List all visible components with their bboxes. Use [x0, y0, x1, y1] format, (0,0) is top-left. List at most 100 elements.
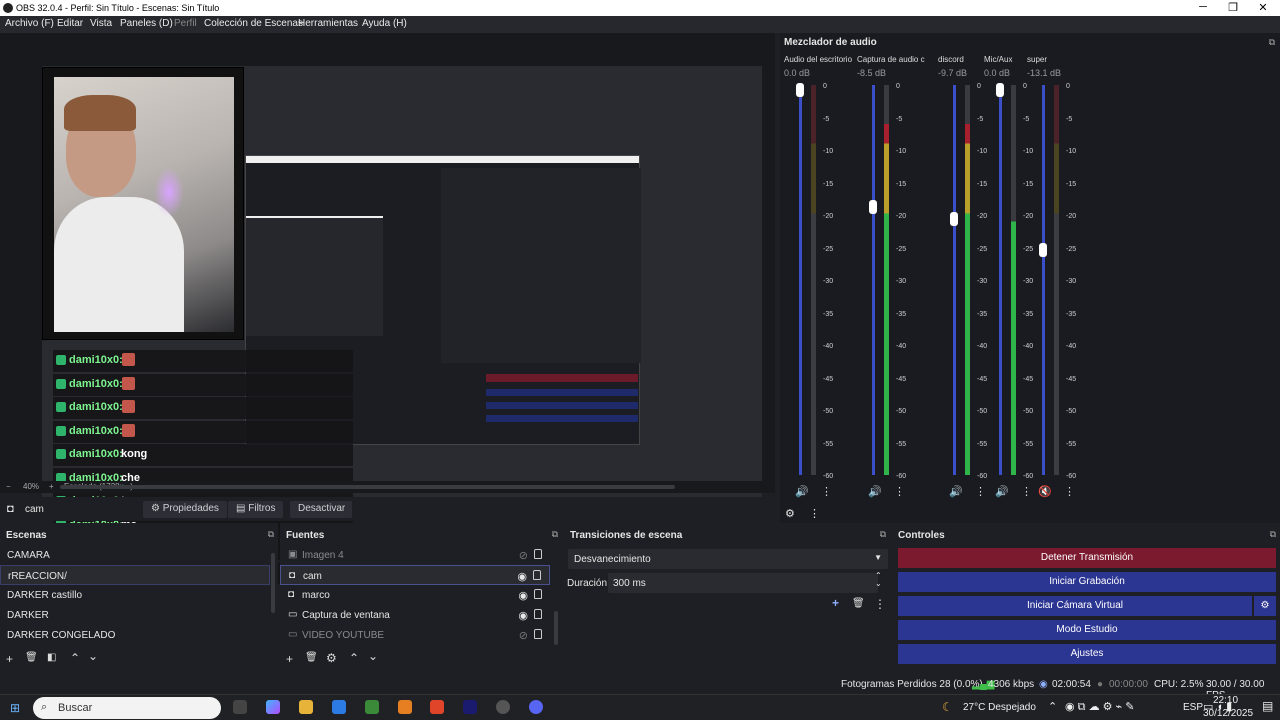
discord-icon[interactable]: [529, 700, 543, 714]
source-scrollbar[interactable]: [554, 611, 558, 645]
channel-menu-icon[interactable]: ⋮: [975, 485, 986, 498]
menu-coleccion[interactable]: Colección de Escenas: [204, 18, 303, 29]
dock-float-icon[interactable]: ⧉: [268, 529, 274, 540]
app-icon[interactable]: [365, 700, 379, 714]
volume-fader-knob[interactable]: [796, 83, 804, 97]
source-item[interactable]: ▣ Imagen 4 ⊘: [280, 545, 550, 565]
vlc-icon[interactable]: [398, 700, 412, 714]
deactivate-button[interactable]: Desactivar: [290, 501, 352, 518]
move-down-icon[interactable]: ⌄: [368, 649, 378, 663]
speaker-icon[interactable]: 🔊: [795, 485, 809, 498]
virtual-camera-settings-icon[interactable]: ⚙: [1254, 596, 1276, 616]
source-properties-icon[interactable]: ⚙: [326, 651, 337, 665]
muted-speaker-icon[interactable]: 🔇: [1038, 485, 1052, 498]
visibility-eye-icon[interactable]: ◉: [518, 609, 528, 622]
stepper-down-icon[interactable]: ⌄: [875, 579, 882, 588]
menu-perfil[interactable]: Perfil: [174, 18, 197, 29]
minimize-button[interactable]: ─: [1188, 1, 1218, 13]
channel-menu-icon[interactable]: ⋮: [1064, 485, 1075, 498]
volume-fader-track[interactable]: [872, 85, 875, 475]
scene-item[interactable]: DARKER castillo: [0, 585, 270, 605]
menu-vista[interactable]: Vista: [90, 18, 112, 29]
volume-fader-knob[interactable]: [950, 211, 958, 226]
obs-taskbar-icon[interactable]: [496, 700, 510, 714]
add-scene-icon[interactable]: +: [6, 652, 13, 666]
dock-float-icon[interactable]: ⧉: [1270, 529, 1276, 540]
add-transition-icon[interactable]: +: [832, 596, 839, 610]
stop-stream-button[interactable]: Detener Transmisión: [898, 548, 1276, 568]
notification-icon[interactable]: ▤: [1262, 699, 1273, 713]
visibility-hidden-icon[interactable]: ⊘: [519, 549, 528, 562]
scene-filters-icon[interactable]: ◧: [47, 652, 56, 663]
scene-item[interactable]: DARKER CONGELADO: [0, 625, 270, 645]
source-item[interactable]: ◘ cam ◉: [280, 565, 550, 585]
language-indicator[interactable]: ESP: [1183, 702, 1203, 713]
windows-start-icon[interactable]: ⊞: [10, 701, 20, 715]
zoom-out-icon[interactable]: −: [6, 482, 11, 491]
dock-float-icon[interactable]: ⧉: [552, 529, 558, 540]
lock-icon[interactable]: [534, 609, 542, 619]
zoom-in-icon[interactable]: +: [49, 482, 54, 491]
file-explorer-icon[interactable]: [299, 700, 313, 714]
source-item[interactable]: ▭ Captura de ventana ◉: [280, 605, 550, 625]
lock-icon[interactable]: [534, 629, 542, 639]
visibility-hidden-icon[interactable]: ⊘: [519, 629, 528, 642]
transition-select[interactable]: Desvanecimiento ▼: [568, 549, 888, 569]
mixer-settings-icon[interactable]: ⚙: [785, 507, 795, 520]
dock-float-icon[interactable]: ⧉: [1269, 37, 1275, 48]
volume-fader-knob[interactable]: [996, 83, 1004, 97]
volume-fader-knob[interactable]: [1039, 242, 1047, 257]
remove-source-icon[interactable]: 🗑: [305, 652, 318, 663]
duration-stepper[interactable]: 300 ms: [608, 573, 878, 593]
source-item[interactable]: ◘ marco ◉: [280, 585, 550, 605]
start-recording-button[interactable]: Iniciar Grabación: [898, 572, 1276, 592]
volume-fader-knob[interactable]: [869, 200, 877, 214]
transition-menu-icon[interactable]: ⋮: [874, 597, 886, 611]
dock-float-icon[interactable]: ⧉: [880, 529, 886, 540]
scene-item[interactable]: CAMARA: [0, 545, 270, 565]
brave-icon[interactable]: [430, 700, 444, 714]
channel-menu-icon[interactable]: ⋮: [1021, 485, 1032, 498]
volume-fader-track[interactable]: [953, 85, 956, 475]
visibility-eye-icon[interactable]: ◉: [518, 589, 528, 602]
scene-scrollbar[interactable]: [271, 553, 275, 613]
premiere-icon[interactable]: [463, 700, 477, 714]
move-up-icon[interactable]: ⌃: [70, 651, 80, 665]
mixer-menu-icon[interactable]: ⋮: [809, 507, 820, 520]
menu-ayuda[interactable]: Ayuda (H): [362, 18, 407, 29]
volume-fader-track[interactable]: [1042, 85, 1045, 475]
tray-apps-icon[interactable]: ◉ ⧉ ☁ ⚙ ⌁ ✎: [1065, 700, 1134, 714]
remove-scene-icon[interactable]: 🗑: [25, 652, 38, 663]
move-up-icon[interactable]: ⌃: [349, 651, 359, 665]
volume-fader-track[interactable]: [999, 85, 1002, 475]
task-view-icon[interactable]: [233, 700, 247, 714]
preview-scrollbar[interactable]: [60, 485, 675, 489]
copilot-icon[interactable]: [266, 700, 280, 714]
scene-item[interactable]: rREACCION/: [0, 565, 270, 585]
settings-button[interactable]: Ajustes: [898, 644, 1276, 664]
move-down-icon[interactable]: ⌄: [88, 649, 98, 663]
filters-button[interactable]: ▤ Filtros: [228, 501, 284, 518]
source-item[interactable]: ▭ VIDEO YOUTUBE ⊘: [280, 625, 550, 645]
remove-transition-icon[interactable]: 🗑: [852, 598, 865, 609]
lock-icon[interactable]: [534, 589, 542, 599]
lock-icon[interactable]: [534, 549, 542, 559]
speaker-icon[interactable]: 🔊: [995, 485, 1009, 498]
speaker-icon[interactable]: 🔊: [949, 485, 963, 498]
add-source-icon[interactable]: +: [286, 652, 293, 666]
properties-button[interactable]: ⚙ Propiedades: [143, 501, 227, 518]
scene-item[interactable]: DARKER: [0, 605, 270, 625]
channel-menu-icon[interactable]: ⋮: [894, 485, 905, 498]
restore-button[interactable]: ❐: [1218, 1, 1248, 14]
lock-icon[interactable]: [533, 570, 541, 580]
tray-chevron-icon[interactable]: ⌃: [1048, 700, 1057, 713]
taskbar-search[interactable]: ⌕ Buscar: [33, 697, 221, 719]
menu-archivo[interactable]: Archivo (F): [5, 18, 54, 29]
menu-editar[interactable]: Editar: [57, 18, 83, 29]
studio-mode-button[interactable]: Modo Estudio: [898, 620, 1276, 640]
menu-paneles[interactable]: Paneles (D): [120, 18, 173, 29]
volume-fader-track[interactable]: [799, 85, 802, 475]
channel-menu-icon[interactable]: ⋮: [821, 485, 832, 498]
close-button[interactable]: ✕: [1248, 1, 1278, 14]
menu-herramientas[interactable]: Herramientas: [298, 18, 358, 29]
